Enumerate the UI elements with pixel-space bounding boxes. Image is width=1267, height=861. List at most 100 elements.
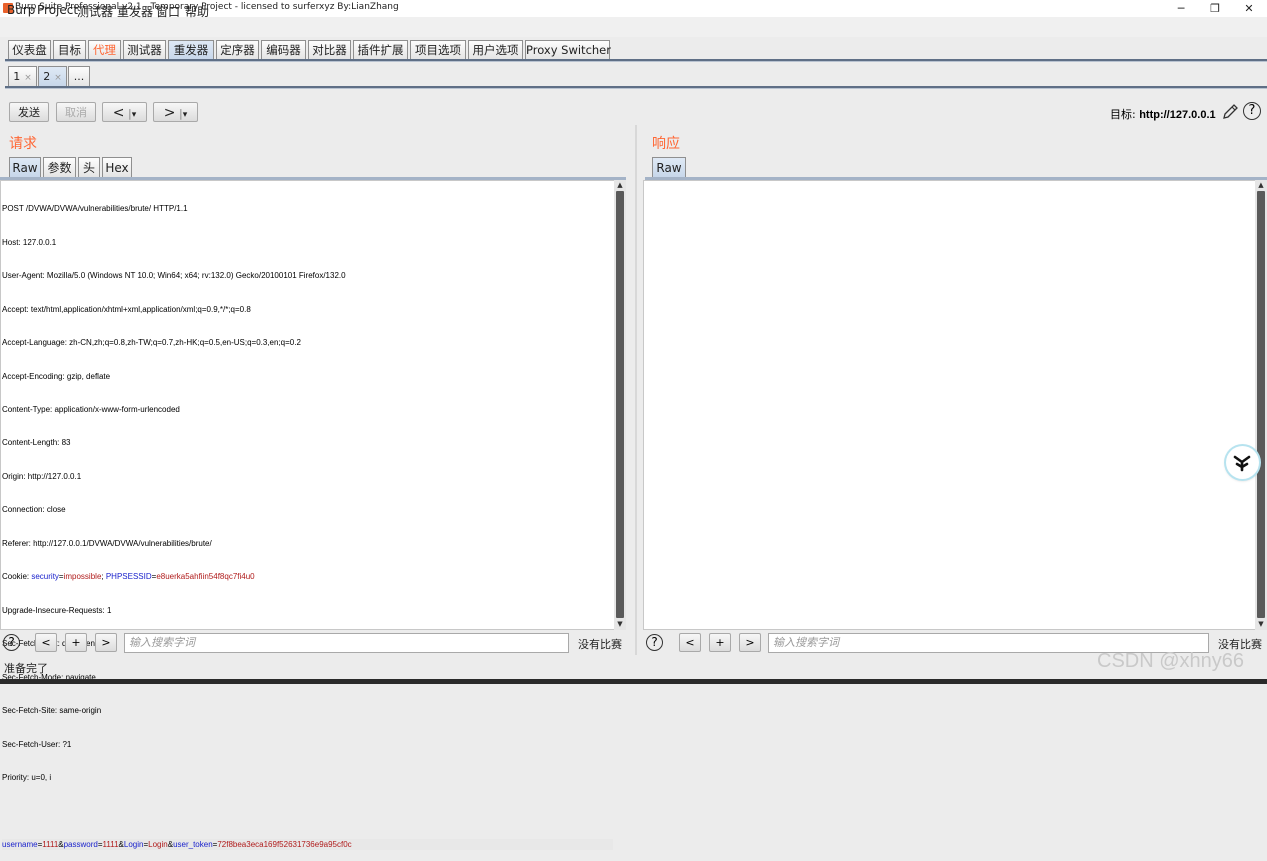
- cookie-value: impossible: [63, 572, 102, 582]
- search-prev-button[interactable]: <: [35, 633, 57, 652]
- maximize-icon[interactable]: ❐: [1198, 0, 1232, 17]
- help-icon[interactable]: ?: [3, 634, 20, 651]
- cookie-name: PHPSESSID: [105, 572, 152, 582]
- request-line: Connection: close: [2, 505, 66, 515]
- response-title: 响应: [652, 136, 680, 152]
- menu-intruder[interactable]: 测试器: [77, 3, 113, 20]
- tab-headers[interactable]: 头: [78, 157, 100, 177]
- menu-window[interactable]: 窗口: [156, 3, 180, 20]
- scroll-down-icon[interactable]: ▼: [1256, 620, 1266, 629]
- scroll-thumb[interactable]: [1257, 191, 1265, 618]
- chevron-right-icon: >: [163, 105, 176, 121]
- scroll-thumb[interactable]: [616, 191, 624, 618]
- tab-proxy[interactable]: 代理: [88, 40, 121, 59]
- tab-repeater[interactable]: 重发器: [168, 40, 214, 59]
- target-label: 目标: http://127.0.0.1: [1110, 106, 1216, 122]
- request-title: 请求: [9, 136, 37, 152]
- request-line: Accept-Language: zh-CN,zh;q=0.8,zh-TW;q=…: [2, 338, 301, 348]
- scroll-up-icon[interactable]: ▲: [615, 181, 625, 190]
- request-line: Sec-Fetch-User: ?1: [2, 739, 72, 749]
- scroll-up-icon[interactable]: ▲: [1256, 181, 1266, 190]
- tab-dashboard[interactable]: 仪表盘: [8, 40, 51, 59]
- target-value: http://127.0.0.1: [1139, 109, 1216, 121]
- tab-extender[interactable]: 插件扩展: [353, 40, 408, 59]
- request-line: Referer: http://127.0.0.1/DVWA/DVWA/vuln…: [2, 538, 212, 548]
- menu-repeater[interactable]: 重发器: [117, 3, 153, 20]
- tab-strip-border-light: [5, 61, 1267, 62]
- tab-decoder[interactable]: 编码器: [261, 40, 306, 59]
- tab-sequencer[interactable]: 定序器: [216, 40, 259, 59]
- response-scrollbar[interactable]: ▲ ▼: [1255, 180, 1267, 630]
- subtab-strip-border-light: [5, 88, 1267, 89]
- chevron-left-icon: <: [112, 105, 125, 121]
- cancel-button[interactable]: 取消: [56, 102, 96, 122]
- taskbar-strip: [0, 679, 1267, 684]
- cookie-value: e8uerka5ahfiin54f8qc7fi4u0: [156, 572, 255, 582]
- search-add-button[interactable]: +: [65, 633, 87, 652]
- minimize-icon[interactable]: ─: [1164, 0, 1198, 17]
- request-line: Content-Length: 83: [2, 438, 71, 448]
- split-pane-divider[interactable]: [635, 125, 637, 655]
- forward-button[interactable]: > |▾: [153, 102, 198, 122]
- search-add-button[interactable]: +: [709, 633, 731, 652]
- tab-raw[interactable]: Raw: [9, 157, 41, 177]
- request-line: Content-Type: application/x-www-form-url…: [2, 405, 180, 415]
- scroll-down-icon[interactable]: ▼: [615, 620, 625, 629]
- menu-bar: [0, 17, 1267, 37]
- dropdown-arrow-icon: ▾: [182, 110, 188, 120]
- response-editor[interactable]: [643, 180, 1257, 630]
- search-prev-button[interactable]: <: [679, 633, 701, 652]
- watermark: CSDN @xhny66: [1097, 650, 1245, 672]
- search-next-button[interactable]: >: [95, 633, 117, 652]
- tab-project-options[interactable]: 项目选项: [410, 40, 466, 59]
- tab-hex[interactable]: Hex: [102, 157, 132, 177]
- subtab-label: 1: [13, 70, 21, 83]
- request-line: Host: 127.0.0.1: [2, 237, 57, 247]
- pencil-icon[interactable]: [1221, 103, 1239, 121]
- help-icon[interactable]: ?: [646, 634, 663, 651]
- tab-target[interactable]: 目标: [53, 40, 86, 59]
- subtab-label: ...: [73, 70, 85, 83]
- search-input[interactable]: 输入搜索字词: [124, 633, 569, 653]
- search-next-button[interactable]: >: [739, 633, 761, 652]
- send-button[interactable]: 发送: [9, 102, 49, 122]
- subtab-new[interactable]: ...: [68, 66, 90, 86]
- tab-params[interactable]: 参数: [43, 157, 76, 177]
- subtab-label: 2: [43, 70, 51, 83]
- request-body-line: username=1111&password=1111&Login=Login&…: [2, 838, 613, 851]
- request-line: Sec-Fetch-Site: same-origin: [2, 706, 102, 716]
- request-text: POST /DVWA/DVWA/vulnerabilities/brute/ H…: [2, 181, 613, 861]
- back-button[interactable]: < |▾: [102, 102, 147, 122]
- status-text: 准备完了: [4, 662, 48, 675]
- close-icon[interactable]: ×: [24, 73, 32, 83]
- tab-user-options[interactable]: 用户选项: [468, 40, 523, 59]
- cookie-line: Cookie: security=impossible; PHPSESSID=e…: [2, 572, 255, 582]
- request-line: Upgrade-Insecure-Requests: 1: [2, 605, 112, 615]
- menu-burp[interactable]: Burp: [7, 3, 35, 17]
- tab-proxy-switcher[interactable]: Proxy Switcher: [525, 40, 611, 59]
- menu-project[interactable]: Project: [37, 3, 78, 17]
- close-icon[interactable]: ×: [54, 73, 62, 83]
- request-line: POST /DVWA/DVWA/vulnerabilities/brute/ H…: [2, 204, 188, 214]
- assistant-icon: [1233, 455, 1251, 472]
- match-count: 没有比赛: [578, 638, 622, 651]
- request-scrollbar[interactable]: ▲ ▼: [614, 180, 626, 630]
- tab-comparer[interactable]: 对比器: [308, 40, 351, 59]
- request-line: Accept: text/html,application/xhtml+xml,…: [2, 304, 251, 314]
- subtab-2[interactable]: 2 ×: [38, 66, 67, 86]
- floating-assistant-button[interactable]: [1226, 446, 1259, 479]
- request-line: User-Agent: Mozilla/5.0 (Windows NT 10.0…: [2, 271, 346, 281]
- subtab-1[interactable]: 1 ×: [8, 66, 37, 86]
- request-line: Priority: u=0, i: [2, 773, 52, 783]
- tab-raw[interactable]: Raw: [652, 157, 686, 177]
- dropdown-arrow-icon: ▾: [131, 110, 137, 120]
- target-prefix: 目标:: [1110, 108, 1140, 121]
- menu-help[interactable]: 帮助: [185, 3, 209, 20]
- cookie-name: security: [31, 572, 59, 582]
- request-line: Origin: http://127.0.0.1: [2, 471, 82, 481]
- help-icon[interactable]: ?: [1243, 102, 1261, 120]
- tab-intruder[interactable]: 测试器: [123, 40, 166, 59]
- close-icon[interactable]: ✕: [1232, 0, 1266, 17]
- request-line: Accept-Encoding: gzip, deflate: [2, 371, 111, 381]
